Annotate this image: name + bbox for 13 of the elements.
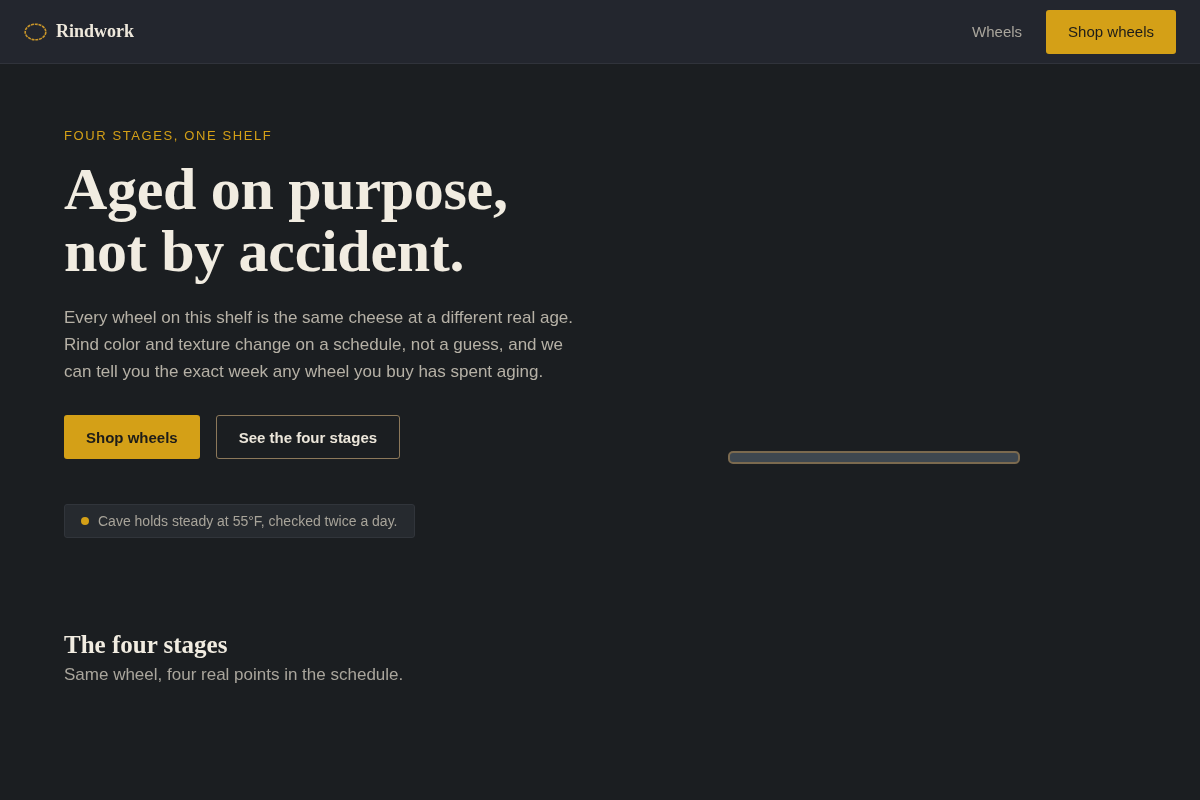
eyebrow-text: FOUR STAGES, ONE SHELF bbox=[64, 128, 273, 144]
note-text: Cave holds steady at 55°F, checked twice a day. bbox=[98, 513, 398, 529]
shop-button[interactable]: Shop wheels bbox=[64, 415, 200, 459]
section-title: The four stages bbox=[64, 630, 229, 660]
hero-description: Every wheel on this shelf is the same cheese at a different real age. Rind color and texture change on a schedule, not a guess, and we can tell you the exact week any wheel you buy has spent aging. bbox=[64, 307, 575, 383]
oval-logo-icon bbox=[24, 22, 47, 41]
status-dot-icon bbox=[81, 517, 89, 525]
hero-headline: Aged on purpose, not by accident. bbox=[64, 158, 509, 282]
section-subtitle: Same wheel, four real points in the schedule. bbox=[64, 664, 405, 686]
stages-button[interactable]: See the four stages bbox=[215, 415, 401, 459]
shop-button[interactable]: Shop wheels bbox=[1046, 9, 1176, 54]
brand-name[interactable]: Rindwork bbox=[56, 21, 135, 42]
nav-link[interactable]: Wheels bbox=[972, 23, 1023, 40]
